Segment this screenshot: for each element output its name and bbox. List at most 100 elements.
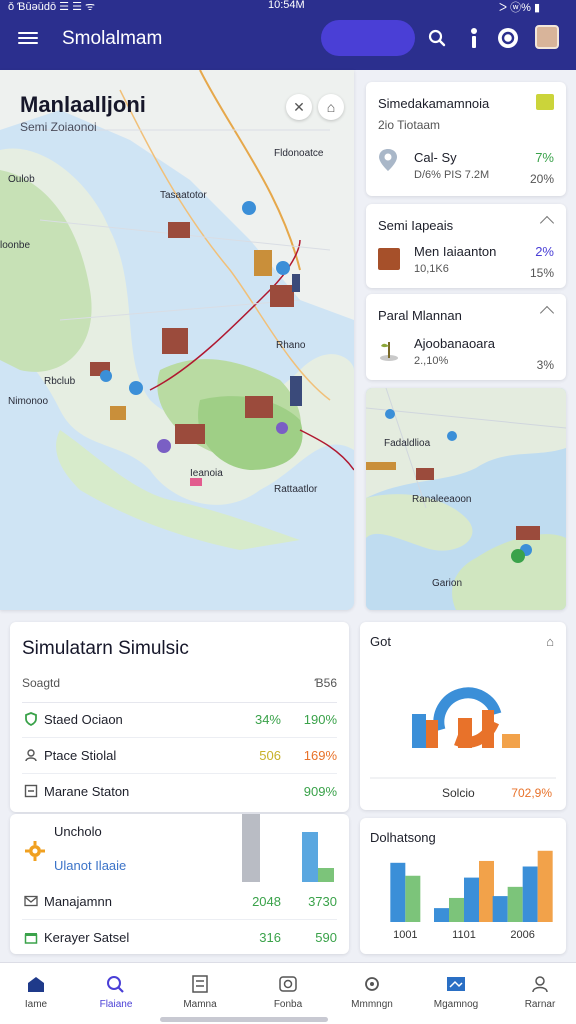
building-icon <box>378 248 400 270</box>
lower-row[interactable]: Kerayer Satsel 316 590 <box>22 920 337 954</box>
location-icon[interactable]: ⌂ <box>318 94 344 120</box>
status-time: 10:54M <box>268 0 305 11</box>
map-label: Ieanoia <box>190 468 223 479</box>
simulation-row[interactable]: Staed Ociaon 34% 190% <box>22 702 337 738</box>
shield-icon <box>25 712 37 726</box>
nav-item-settings[interactable]: Mmmngn <box>336 963 408 1021</box>
stat-title: Paral Mlannan <box>378 308 462 323</box>
simulation-card: Simulatarn Simulsic Soagtd Ɓ56 Staed Oci… <box>10 622 349 812</box>
search-icon <box>107 976 124 993</box>
nav-item-map[interactable]: Mgamnog <box>420 963 492 1021</box>
gauge-bar <box>458 718 472 748</box>
chart-bar <box>434 908 449 922</box>
stat-label: Cal- Sy <box>414 150 457 165</box>
stat-percent: 7% <box>535 150 554 165</box>
profile-icon <box>532 976 548 993</box>
chart-bar <box>449 897 464 922</box>
map-label: Rbclub <box>44 376 76 387</box>
stat-card[interactable]: Paral Mlannan Ajoobanaoara 3% 2.,10% <box>366 294 566 380</box>
nav-item-calculator[interactable]: Mamna <box>164 963 236 1021</box>
lower-title: Uncholo <box>54 824 102 839</box>
stat-row: Men Iaiaanton 2% 10,1K6 15% <box>414 244 554 280</box>
home-indicator <box>160 1017 328 1022</box>
app-bar: Smolalmam <box>0 18 576 62</box>
stat-label: Men Iaiaanton <box>414 244 497 259</box>
simulation-row-label: Ptace Stiolal <box>44 748 117 763</box>
chart-bar <box>522 866 538 922</box>
stat-percent: 3% <box>536 358 554 372</box>
status-left: ǒ Ɓūǝūdō ☰ ☰ ᯤ <box>8 1 96 13</box>
stat-row: Cal- Sy 7% D/6% PIS 7.2M 20% <box>414 150 554 186</box>
map-label: Fldonoatce <box>274 148 324 159</box>
stat-detail: 2.,10% <box>414 355 449 367</box>
settings-icon <box>365 977 379 991</box>
stat-card[interactable]: Semi Iapeais Men Iaiaanton 2% 10,1K6 15% <box>366 204 566 288</box>
chart-bar <box>537 850 553 922</box>
lower-subtitle[interactable]: Ulanot Ilaaie <box>54 858 126 873</box>
map-title: Manlaalljoni <box>20 92 146 117</box>
chevron-up-icon[interactable] <box>539 215 555 231</box>
chart-bar <box>390 862 406 922</box>
lower-card: Uncholo Ulanot Ilaaie Manajamnn 2048 373… <box>10 814 349 954</box>
map-label: Ranaleeaoon <box>412 494 472 505</box>
table-icon <box>24 784 38 798</box>
flag-icon <box>536 94 554 110</box>
gauge-foot-value: 702,9% <box>511 786 552 800</box>
lower-row-label: Kerayer Satsel <box>44 930 130 945</box>
main-map[interactable]: Manlaalljoni Semi Zoiaonoi ✕ ⌂ Fldonoatc… <box>0 70 354 610</box>
nav-label: Flaiane <box>99 999 133 1010</box>
search-icon[interactable] <box>425 26 449 50</box>
close-icon[interactable]: ✕ <box>286 94 312 120</box>
chart-bar <box>464 877 479 922</box>
mini-map[interactable]: Fadaldlioa Ranaleeaoon Garion <box>366 388 566 610</box>
nav-label: Fonba <box>273 999 303 1010</box>
decor-bar <box>318 868 334 882</box>
map-pin-icon <box>378 148 398 172</box>
chart-tick-label: 2006 <box>510 929 534 941</box>
person-icon <box>25 749 37 762</box>
status-right: ᐳ ⓦ% ▮ <box>499 2 540 14</box>
help-circle-icon[interactable] <box>496 26 520 50</box>
nav-item-profile[interactable]: Rarnar <box>504 963 576 1021</box>
chart-tick-label: 1101 <box>452 929 476 941</box>
simulation-row-value-secondary: 169% <box>303 748 337 763</box>
simulation-row[interactable]: Marane Staton 909% <box>22 774 337 810</box>
chevron-up-icon[interactable] <box>539 305 555 321</box>
decor-bar <box>242 814 260 882</box>
gauge-chart <box>370 687 556 779</box>
nav-label: Iame <box>24 999 48 1010</box>
simulation-row[interactable]: Ptace Stiolal 506 169% <box>22 738 337 774</box>
nav-label: Rarnar <box>524 999 556 1010</box>
stat-row: Ajoobanaoara 3% 2.,10% <box>414 336 554 372</box>
gauge-bar <box>502 734 520 748</box>
stat-card[interactable]: Simedakamamnoia 2io Tiotaam Cal- Sy 7% D… <box>366 82 566 196</box>
nav-item-camera[interactable]: Fonba <box>252 963 324 1021</box>
nav-item-search[interactable]: Flaiane <box>80 963 152 1021</box>
hamburger-icon[interactable] <box>18 29 38 47</box>
top-app-bar: ǒ Ɓūǝūdō ☰ ☰ ᯤ 10:54M ᐳ ⓦ% ▮ Smolalmam <box>0 0 576 70</box>
chart-tick-label: 1001 <box>393 929 417 941</box>
action-pill-button[interactable] <box>321 20 415 56</box>
lower-row-value-secondary: 590 <box>315 930 337 945</box>
stat-title: Simedakamamnoia <box>378 96 490 111</box>
lower-row-value: 2048 <box>252 894 281 909</box>
app-title: Smolalmam <box>62 28 163 49</box>
nav-item-home[interactable]: Iame <box>0 963 72 1021</box>
simulation-title: Simulatarn Simulsic <box>22 638 189 659</box>
info-icon[interactable] <box>462 26 486 50</box>
map-label: Oulob <box>8 174 35 185</box>
lower-row[interactable]: Manajamnn 2048 3730 <box>22 884 337 920</box>
gauge-bar <box>482 710 494 748</box>
stat-percent-secondary: 15% <box>529 266 554 280</box>
map-subtitle: Semi Zoiaonoi <box>20 120 97 134</box>
chart-bar <box>507 886 523 922</box>
map-label: Rhano <box>276 340 306 351</box>
nav-label: Mgamnog <box>433 999 479 1010</box>
gift-icon <box>24 933 38 944</box>
bar-chart: 1001 1101 2006 <box>390 850 553 941</box>
map-label: Nimonoo <box>8 396 49 407</box>
simulation-row-value-secondary: 190% <box>303 712 337 727</box>
simulation-header: Soagtd Ɓ56 <box>22 676 337 703</box>
bar-chart-card: Dolhatsong 1001 1101 2006 <box>360 818 566 954</box>
avatar[interactable] <box>535 25 559 49</box>
